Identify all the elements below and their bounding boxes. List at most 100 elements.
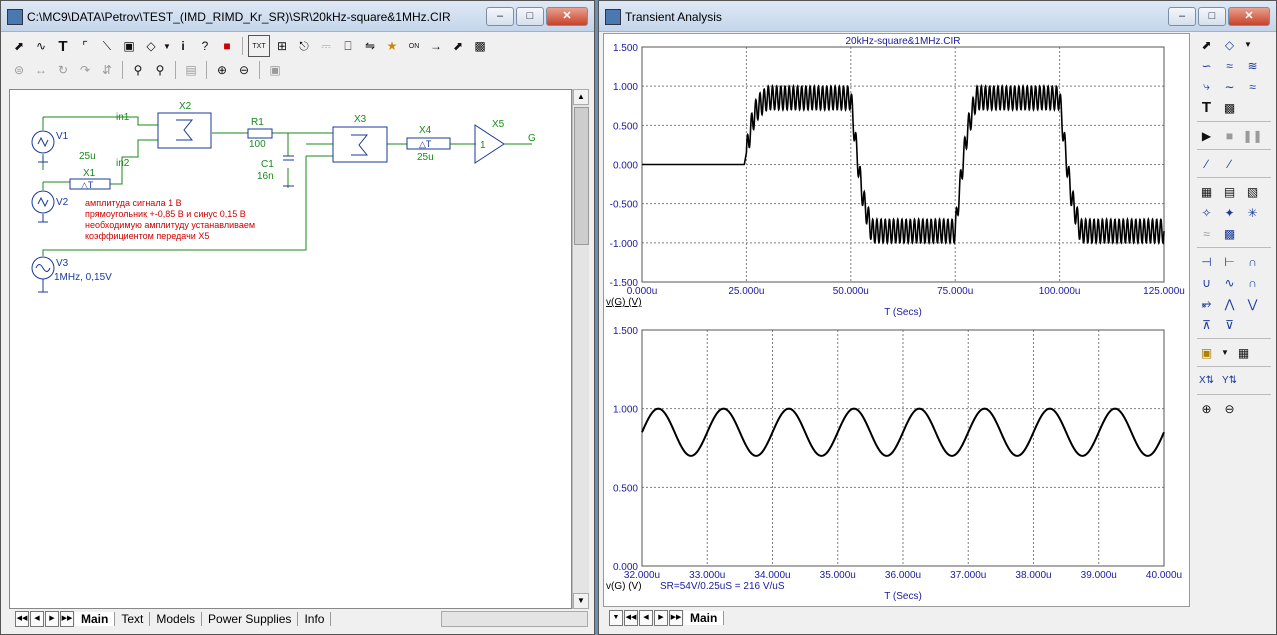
table-icon[interactable]: ▦ (1234, 343, 1253, 362)
current-display-icon[interactable]: ⎕ (338, 36, 358, 56)
tag-vertical-icon[interactable]: ≋ (1243, 56, 1262, 75)
text-mode-icon[interactable]: T (53, 36, 73, 56)
analysis-prev-page-button[interactable]: ◀ (639, 610, 653, 626)
text-tool-icon[interactable]: T (1197, 98, 1216, 117)
analysis-titlebar[interactable]: Transient Analysis – □ ✕ (599, 1, 1276, 32)
scale-icon[interactable]: ▩ (1220, 224, 1239, 243)
voltage-display-icon[interactable]: ⎓ (316, 36, 336, 56)
zoom-out-icon[interactable]: ⊖ (234, 60, 254, 80)
analysis-first-page-button[interactable]: ◀◀ (624, 610, 638, 626)
schematic-vscroll[interactable]: ▲ ▼ (572, 89, 589, 609)
tag-point-icon[interactable]: ∽ (1197, 56, 1216, 75)
analysis-scroll-left-button[interactable]: ▼ (609, 610, 623, 626)
power-display-icon[interactable]: ⇋ (360, 36, 380, 56)
cursor-mode-icon[interactable]: ⬈ (448, 36, 468, 56)
camera-icon[interactable]: ▣ (265, 60, 285, 80)
attribute-icon[interactable]: ⊞ (272, 36, 292, 56)
select-mode-icon[interactable]: ⬈ (9, 36, 29, 56)
node-numbers-icon[interactable]: ⎋ (294, 36, 314, 56)
schematic-titlebar[interactable]: C:\MC9\DATA\Petrov\TEST_(IMD_RIMD_Kr_SR)… (1, 1, 594, 32)
minor-grid-icon[interactable]: ▤ (1220, 182, 1239, 201)
wire-ortho-icon[interactable]: ⌜ (75, 36, 95, 56)
tab-text[interactable]: Text (115, 612, 151, 626)
shapes-dropdown-icon[interactable]: ▼ (163, 36, 171, 56)
tab-main[interactable]: Main (75, 612, 116, 626)
prev-page-button[interactable]: ◀ (30, 611, 44, 627)
peak-cursor-icon[interactable]: ∩ (1243, 252, 1262, 271)
global-low-icon[interactable]: ⋁ (1243, 294, 1262, 313)
scroll-thumb[interactable] (574, 107, 589, 245)
wire-mode-icon[interactable]: ∿ (31, 36, 51, 56)
package-icon[interactable]: ▣ (1197, 343, 1216, 362)
mirror-icon[interactable]: ⊜ (9, 60, 29, 80)
select-mode-icon[interactable]: ⬈ (1197, 35, 1216, 54)
stop-icon[interactable]: ■ (1220, 126, 1239, 145)
next-page-button[interactable]: ▶ (45, 611, 59, 627)
close-button[interactable]: ✕ (546, 7, 588, 26)
global-high-icon[interactable]: ⋀ (1220, 294, 1239, 313)
flip-icon[interactable]: ↔ (31, 60, 51, 80)
tab-models[interactable]: Models (150, 612, 203, 626)
tokens-icon[interactable]: ∕ (1220, 154, 1239, 173)
info-icon[interactable]: i (173, 36, 193, 56)
probe-icon[interactable]: ■ (217, 36, 237, 56)
condition-display-icon[interactable]: ★ (382, 36, 402, 56)
properties-icon[interactable]: ▩ (1220, 98, 1239, 117)
zoom-in-icon[interactable]: ⊕ (212, 60, 232, 80)
help-icon[interactable]: ? (195, 36, 215, 56)
graphics-dropdown-icon[interactable]: ▼ (1243, 35, 1253, 54)
analysis-last-page-button[interactable]: ▶▶ (669, 610, 683, 626)
minimize-button[interactable]: – (486, 7, 514, 26)
performance-tag-icon[interactable]: ≈ (1243, 77, 1262, 96)
analysis-maximize-button[interactable]: □ (1198, 7, 1226, 26)
rotate-icon[interactable]: ↻ (53, 60, 73, 80)
text-attr-icon[interactable]: TXT (248, 35, 270, 57)
step-box-icon[interactable]: ↷ (75, 60, 95, 80)
shapes-icon[interactable]: ◇ (141, 36, 161, 56)
grid-icon[interactable]: ▦ (1197, 182, 1216, 201)
cursor-prev-icon[interactable]: ⊢ (1220, 252, 1239, 271)
analysis-tab-main[interactable]: Main (684, 611, 725, 625)
analysis-next-page-button[interactable]: ▶ (654, 610, 668, 626)
inflection-icon[interactable]: ⥵ (1197, 294, 1216, 313)
last-page-button[interactable]: ▶▶ (60, 611, 74, 627)
find-next-icon[interactable]: ⚲ (150, 60, 170, 80)
scroll-up-button[interactable]: ▲ (573, 89, 589, 105)
maximize-button[interactable]: □ (516, 7, 544, 26)
zoom-in-icon[interactable]: ⊕ (1197, 399, 1216, 418)
transient-analysis-window[interactable]: Transient Analysis – □ ✕ 0.000u 25.000u 50… (598, 0, 1277, 635)
x-scale-icon[interactable]: X⇅ (1197, 371, 1216, 390)
package-dropdown-icon[interactable]: ▼ (1220, 343, 1230, 362)
data-points-icon[interactable]: ∕ (1197, 154, 1216, 173)
low-icon[interactable]: ≈ (1197, 224, 1216, 243)
top-icon[interactable]: ⊼ (1197, 315, 1216, 334)
pause-icon[interactable]: ❚❚ (1242, 126, 1262, 145)
axes-icon[interactable]: ▧ (1243, 182, 1262, 201)
run-icon[interactable]: ▶ (1197, 126, 1216, 145)
properties-icon[interactable]: ▩ (470, 36, 490, 56)
low-cursor-icon[interactable]: ∩ (1243, 273, 1262, 292)
schematic-canvas[interactable]: in1 in2 G X2 X3 X5 1 R1 100 C1 16n X1 25… (9, 89, 572, 609)
component-icon[interactable]: ▣ (119, 36, 139, 56)
cursor-next-icon[interactable]: ⊣ (1197, 252, 1216, 271)
analysis-minimize-button[interactable]: – (1168, 7, 1196, 26)
grid-toggle-icon[interactable]: → (426, 36, 446, 56)
plot-area[interactable]: 0.000u 25.000u 50.000u 75.000u 100.000u 125.0… (603, 33, 1190, 607)
high-cursor-icon[interactable]: ∿ (1220, 273, 1239, 292)
y-scale-icon[interactable]: Y⇅ (1220, 371, 1239, 390)
pin-connections-icon[interactable]: ON (404, 36, 424, 56)
high-icon[interactable]: ✳ (1243, 203, 1262, 222)
analysis-close-button[interactable]: ✕ (1228, 7, 1270, 26)
point-tag-icon[interactable]: ⤷ (1197, 77, 1216, 96)
schematic-hscroll[interactable] (441, 611, 588, 627)
scroll-down-button[interactable]: ▼ (573, 593, 589, 609)
schematic-window[interactable]: C:\MC9\DATA\Petrov\TEST_(IMD_RIMD_Kr_SR)… (0, 0, 595, 635)
valley-icon[interactable]: ✦ (1220, 203, 1239, 222)
text-tag-icon[interactable]: ∼ (1220, 77, 1239, 96)
valley-cursor-icon[interactable]: ∪ (1197, 273, 1216, 292)
graphics-icon[interactable]: ◇ (1220, 35, 1239, 54)
first-page-button[interactable]: ◀◀ (15, 611, 29, 627)
flip-v-icon[interactable]: ⇵ (97, 60, 117, 80)
tab-power-supplies[interactable]: Power Supplies (202, 612, 299, 626)
page-setup-icon[interactable]: ▤ (181, 60, 201, 80)
